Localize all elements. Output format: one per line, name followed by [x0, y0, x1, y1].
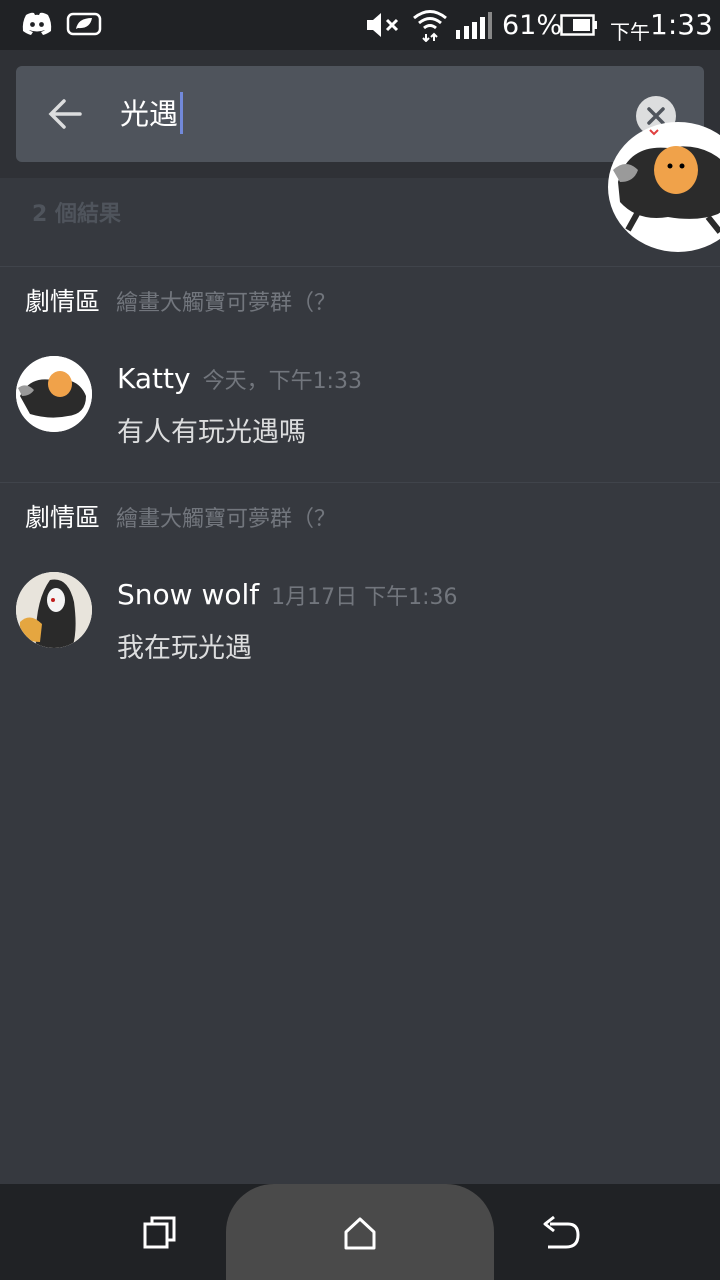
clock-prefix: 下午	[610, 20, 650, 44]
avatar[interactable]	[16, 356, 92, 432]
timestamp: 今天，下午1:33	[202, 369, 362, 394]
divider	[0, 482, 720, 483]
leaf-notification-icon	[66, 12, 102, 36]
divider	[0, 266, 720, 267]
battery-icon	[560, 14, 597, 36]
result-channel-header[interactable]: 劇情區 繪畫大觸寶可夢群（？	[25, 282, 336, 322]
message-header: Snow wolf 1月17日 下午1:36	[117, 578, 458, 611]
message-text[interactable]: 有人有玩光遇嗎	[117, 410, 306, 449]
recent-apps-icon[interactable]	[140, 1214, 180, 1254]
search-bar[interactable]: 光遇	[16, 66, 704, 162]
channel-name: 劇情區	[25, 503, 101, 532]
system-nav-bar	[0, 1184, 720, 1280]
status-bar: 61% 下午 1:33	[0, 0, 720, 50]
wifi-icon	[413, 10, 447, 42]
clock: 1:33	[650, 8, 713, 41]
message-header: Katty 今天，下午1:33	[117, 362, 362, 395]
result-channel-header[interactable]: 劇情區 繪畫大觸寶可夢群（？	[25, 498, 336, 538]
signal-icon	[456, 12, 492, 39]
search-input[interactable]: 光遇	[120, 92, 178, 136]
home-icon[interactable]	[340, 1214, 380, 1254]
back-arrow-icon[interactable]	[538, 1214, 582, 1254]
channel-name: 劇情區	[25, 287, 101, 316]
text-caret	[180, 92, 183, 134]
timestamp: 1月17日 下午1:36	[271, 585, 458, 610]
battery-percent: 61%	[502, 10, 563, 41]
arrow-left-icon[interactable]	[46, 94, 86, 134]
username[interactable]: Snow wolf	[117, 578, 259, 611]
message-text[interactable]: 我在玩光遇	[117, 626, 252, 665]
server-name: 繪畫大觸寶可夢群（？	[116, 507, 337, 532]
username[interactable]: Katty	[117, 362, 191, 395]
avatar[interactable]	[16, 572, 92, 648]
search-header: 光遇	[0, 50, 720, 178]
server-name: 繪畫大觸寶可夢群（？	[116, 291, 337, 316]
mute-icon	[367, 13, 399, 37]
result-count: 2 個結果	[32, 202, 121, 227]
discord-icon	[22, 12, 52, 35]
